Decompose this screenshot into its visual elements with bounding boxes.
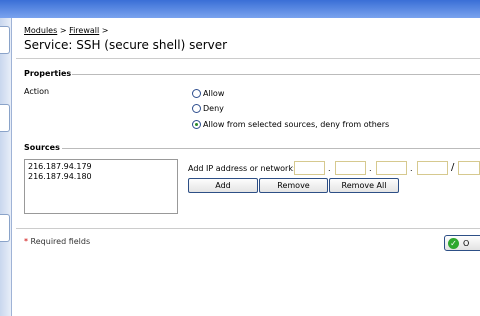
ip-octet-3-input[interactable] (376, 161, 407, 175)
section-rule (62, 148, 480, 149)
radio-button[interactable] (192, 89, 201, 98)
divider (16, 58, 480, 59)
octet-separator: . (369, 164, 372, 173)
mask-separator: / (451, 162, 455, 173)
radio-deny[interactable]: Deny (192, 104, 224, 113)
required-star: * (24, 237, 28, 246)
radio-label: Allow (203, 89, 225, 98)
radio-allow-selected[interactable]: Allow from selected sources, deny from o… (192, 120, 389, 129)
list-item[interactable]: 216.187.94.180 (28, 172, 174, 182)
properties-heading: Properties (24, 69, 72, 78)
breadcrumb-trail: > (101, 26, 109, 35)
remove-button[interactable]: Remove (259, 178, 328, 193)
add-ip-label: Add IP address or network: (188, 164, 296, 173)
nav-tab[interactable] (0, 104, 10, 132)
content-panel: Modules > Firewall > Service: SSH (secur… (16, 18, 480, 316)
required-fields-note: * Required fields (24, 237, 90, 246)
radio-allow[interactable]: Allow (192, 89, 224, 98)
ok-button[interactable]: ✓ O (444, 235, 480, 251)
ip-octet-2-input[interactable] (335, 161, 366, 175)
sources-heading: Sources (24, 143, 60, 152)
add-button[interactable]: Add (188, 178, 258, 193)
check-icon: ✓ (448, 237, 459, 249)
ip-octet-4-input[interactable] (417, 161, 448, 175)
sources-listbox[interactable]: 216.187.94.179 216.187.94.180 (24, 159, 178, 214)
window-title-bar (0, 0, 480, 18)
list-item[interactable]: 216.187.94.179 (28, 162, 174, 172)
breadcrumb-link-modules[interactable]: Modules (24, 26, 57, 35)
nav-tab[interactable] (0, 214, 10, 242)
octet-separator: . (328, 164, 331, 173)
breadcrumb: Modules > Firewall > (24, 26, 108, 35)
left-navigation-strip (0, 18, 12, 316)
action-label: Action (24, 87, 50, 96)
ip-octet-1-input[interactable] (294, 161, 325, 175)
ok-button-label: O (463, 238, 470, 248)
octet-separator: . (410, 164, 413, 173)
breadcrumb-link-firewall[interactable]: Firewall (69, 26, 99, 35)
divider (16, 228, 480, 229)
radio-button-selected[interactable] (192, 120, 201, 129)
page-title: Service: SSH (secure shell) server (24, 38, 228, 52)
section-rule (72, 74, 480, 75)
remove-all-button[interactable]: Remove All (329, 178, 399, 193)
radio-label: Allow from selected sources, deny from o… (203, 120, 390, 129)
nav-tab[interactable] (0, 26, 10, 54)
radio-button[interactable] (192, 104, 201, 113)
ip-mask-input[interactable] (458, 161, 480, 175)
required-text: Required fields (30, 237, 91, 246)
breadcrumb-separator: > (59, 26, 67, 35)
radio-label: Deny (203, 104, 224, 113)
